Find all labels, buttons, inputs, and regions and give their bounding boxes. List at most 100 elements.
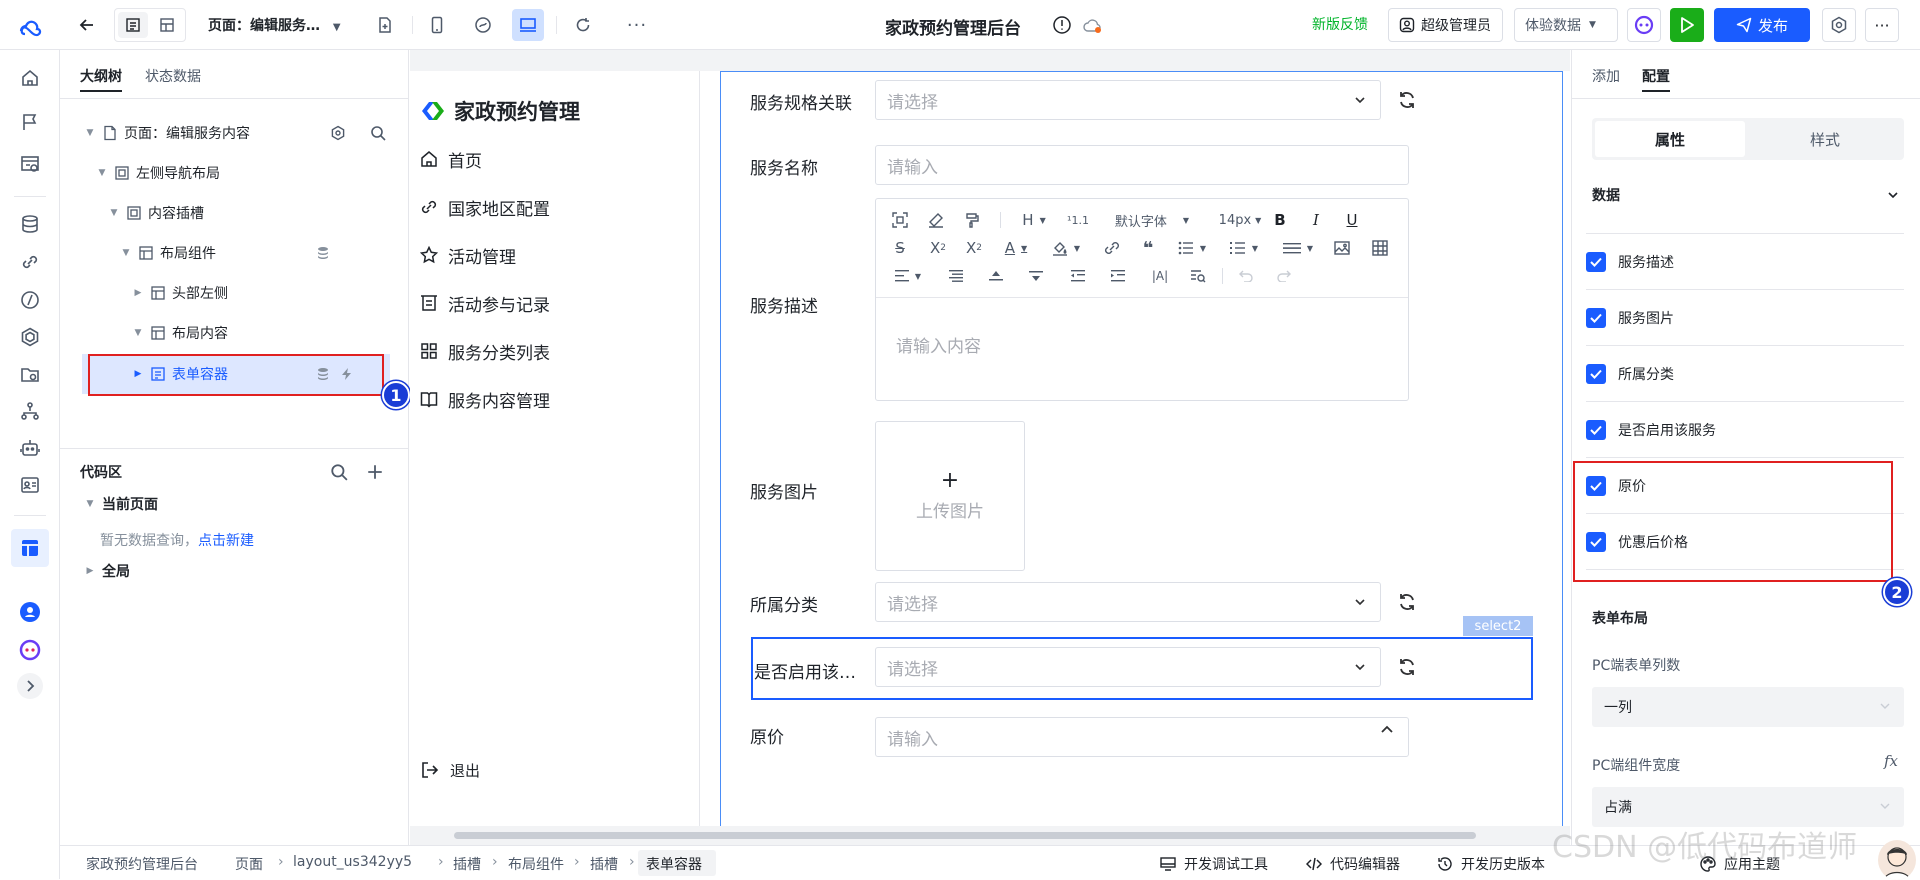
quote-icon[interactable]: ❝	[1138, 238, 1158, 259]
avatar[interactable]	[1878, 840, 1916, 880]
tree-node-header-left[interactable]: ▶ 头部左侧	[132, 277, 228, 309]
code-node-global[interactable]: ▶ 全局	[84, 555, 130, 587]
refresh-icon[interactable]	[1397, 592, 1417, 612]
app-theme-button[interactable]: 应用主题	[1700, 854, 1780, 874]
more-menu-icon[interactable]: ···	[1865, 8, 1899, 42]
feedback-link[interactable]: 新版反馈	[1312, 14, 1368, 34]
service-name-input[interactable]: 请输入	[875, 145, 1409, 185]
tab-state-data[interactable]: 状态数据	[145, 66, 201, 86]
create-query-link[interactable]: 点击新建	[198, 533, 254, 549]
search-icon[interactable]	[370, 125, 386, 141]
layout-module-icon[interactable]	[11, 529, 49, 567]
database-icon[interactable]	[16, 210, 44, 238]
new-page-icon[interactable]	[370, 10, 400, 40]
spec-select[interactable]: 请选择	[875, 80, 1381, 120]
cloud-folder-icon[interactable]	[16, 360, 44, 388]
justify-icon[interactable]	[946, 266, 966, 286]
enable-service-select[interactable]: 请选择	[875, 647, 1381, 687]
indent-decrease-icon[interactable]	[1068, 266, 1088, 286]
subscript-icon[interactable]: X2	[962, 238, 986, 258]
refresh-icon[interactable]	[568, 10, 598, 40]
id-card-icon[interactable]	[16, 471, 44, 499]
flag-icon[interactable]	[16, 108, 44, 136]
background-color-icon[interactable]: ▼	[1048, 238, 1084, 258]
breadcrumb-item[interactable]: layout_us342yy5	[293, 854, 412, 870]
data-mode-select[interactable]: 体验数据 ▼	[1514, 8, 1618, 42]
logout-button[interactable]: 退出	[420, 758, 480, 782]
ai-chat-icon[interactable]	[16, 636, 44, 664]
code-node-current-page[interactable]: ▼ 当前页面	[84, 488, 158, 520]
breadcrumb-current[interactable]: 表单容器	[646, 854, 702, 874]
tab-add[interactable]: 添加	[1592, 66, 1620, 86]
nav-item-service-categories[interactable]: 服务分类列表	[420, 339, 550, 364]
checkbox-checked-icon[interactable]	[1586, 251, 1606, 272]
field-checkbox-row[interactable]: 是否启用该服务	[1586, 402, 1904, 458]
undo-icon[interactable]	[1236, 266, 1256, 286]
component-icon[interactable]	[16, 323, 44, 351]
nav-item-activity-records[interactable]: 活动参与记录	[420, 291, 550, 316]
superscript-icon[interactable]: X2	[926, 238, 950, 258]
pc-width-select[interactable]: 占满	[1592, 787, 1904, 827]
admin-button[interactable]: 超级管理员	[1388, 8, 1503, 42]
underline-icon[interactable]: U	[1342, 210, 1362, 230]
settings-button[interactable]	[1822, 8, 1856, 42]
breadcrumb-item[interactable]: 插槽	[453, 854, 481, 874]
nav-item-country-region[interactable]: 国家地区配置	[420, 195, 550, 220]
ai-assistant-button[interactable]	[1627, 8, 1661, 42]
strikethrough-icon[interactable]: S	[890, 238, 910, 258]
redo-icon[interactable]	[1274, 266, 1294, 286]
fullscreen-icon[interactable]	[890, 210, 910, 230]
segment-styles[interactable]: 样式	[1750, 121, 1900, 157]
heading-icon[interactable]: H ▼	[1016, 210, 1052, 230]
tree-node-layout-component[interactable]: ▼ 布局组件	[120, 237, 390, 269]
tree-node-layout-content[interactable]: ▼ 布局内容	[132, 317, 228, 349]
field-checkbox-row[interactable]: 服务描述	[1586, 234, 1904, 290]
page-selector[interactable]: 页面：编辑服务… ▼	[208, 15, 341, 35]
link-icon[interactable]	[16, 248, 44, 276]
eraser-icon[interactable]	[926, 210, 946, 230]
align-icon[interactable]: ▼	[890, 266, 926, 286]
font-family-select[interactable]: 默认字体 ▼	[1106, 210, 1198, 230]
breadcrumb-item[interactable]: 插槽	[590, 854, 618, 874]
refresh-icon[interactable]	[1397, 90, 1417, 110]
settings-icon[interactable]	[330, 125, 346, 141]
robot-icon[interactable]	[16, 434, 44, 462]
home-icon[interactable]	[16, 64, 44, 92]
field-checkbox-row[interactable]: 所属分类	[1586, 346, 1904, 402]
tree-node-content-slot[interactable]: ▼ 内容插槽	[108, 197, 204, 229]
format-painter-icon[interactable]	[962, 210, 982, 230]
indent-increase-icon[interactable]	[1108, 266, 1128, 286]
link-icon[interactable]	[1102, 238, 1122, 258]
letter-spacing-icon[interactable]: |A|	[1148, 266, 1172, 286]
workflow-icon[interactable]	[16, 286, 44, 314]
pc-preview-icon[interactable]	[512, 9, 544, 41]
history-button[interactable]: 开发历史版本	[1437, 854, 1545, 874]
nav-item-service-content[interactable]: 服务内容管理	[420, 387, 550, 412]
publish-button[interactable]: 发布	[1714, 8, 1810, 42]
segment-properties[interactable]: 属性	[1595, 121, 1745, 157]
breadcrumb-item[interactable]: 页面	[235, 854, 263, 874]
refresh-icon[interactable]	[1397, 657, 1417, 677]
breadcrumb-item[interactable]: 布局组件	[508, 854, 564, 874]
table-icon[interactable]	[1370, 238, 1390, 258]
tree-node-left-nav-layout[interactable]: ▼ 左侧导航布局	[96, 157, 220, 189]
rte-placeholder[interactable]: 请输入内容	[896, 332, 981, 357]
breadcrumb-item[interactable]: 家政预约管理后台	[86, 854, 198, 874]
cloud-status-icon[interactable]	[1082, 17, 1104, 35]
divider-line-icon[interactable]: ▼	[1278, 238, 1318, 258]
formula-fx-icon[interactable]: fx	[1884, 752, 1898, 770]
horizontal-scrollbar[interactable]	[454, 832, 1476, 839]
tab-config[interactable]: 配置	[1642, 66, 1670, 86]
original-price-input[interactable]: 请输入	[875, 717, 1409, 757]
find-replace-icon[interactable]	[1188, 266, 1208, 286]
ordered-list-icon[interactable]: ▼	[1226, 238, 1262, 258]
run-button[interactable]	[1670, 8, 1704, 42]
avatar-icon[interactable]	[16, 598, 44, 626]
image-icon[interactable]	[1332, 238, 1352, 258]
italic-icon[interactable]: I	[1306, 210, 1326, 230]
category-select[interactable]: 请选择	[875, 582, 1381, 622]
vertical-align-bottom-icon[interactable]	[1026, 266, 1046, 286]
line-height-icon[interactable]: ¹1.1	[1067, 210, 1089, 230]
layout-view-icon[interactable]	[152, 12, 182, 38]
expand-rail-button[interactable]	[17, 673, 43, 699]
